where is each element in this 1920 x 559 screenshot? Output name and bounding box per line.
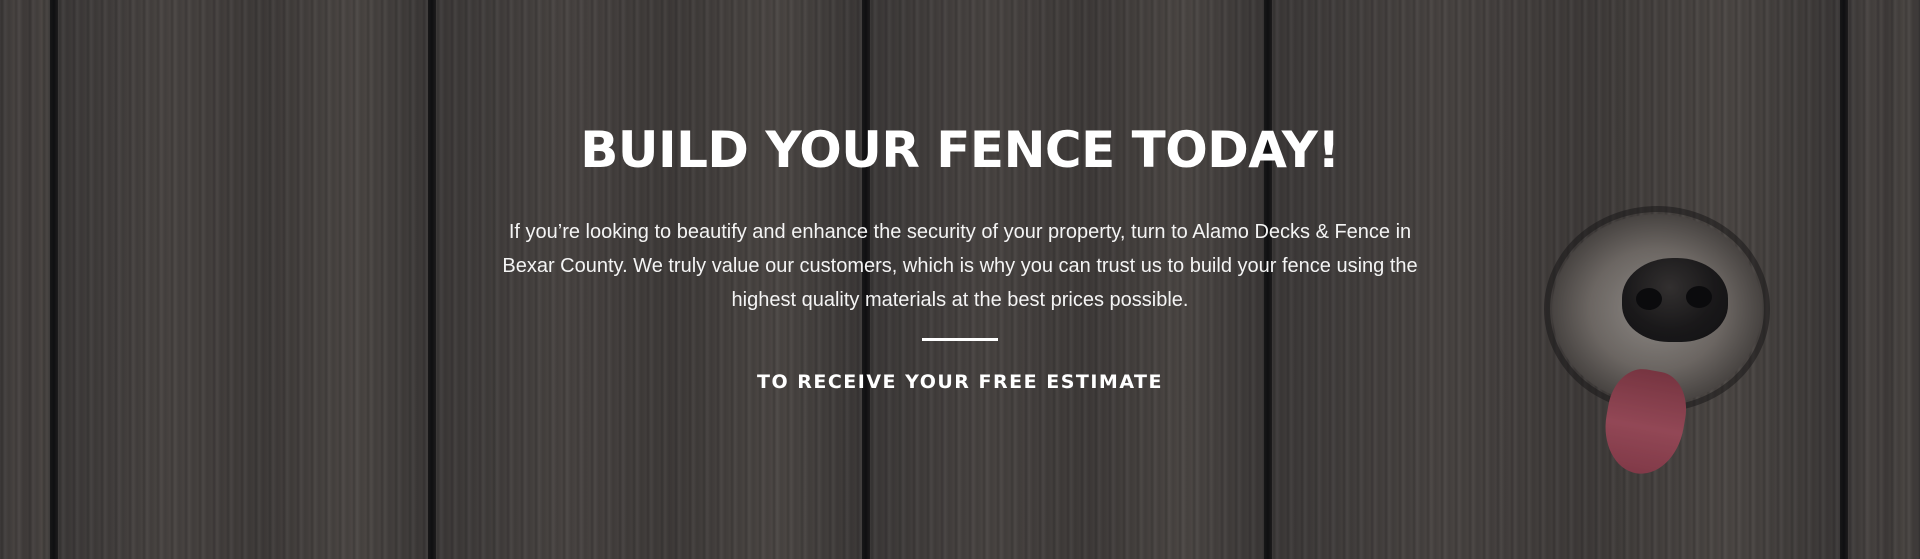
hero-title: BUILD YOUR FENCE TODAY! [580,121,1340,179]
hero-section: BUILD YOUR FENCE TODAY! If you’re lookin… [0,0,1920,559]
title-divider [922,338,998,341]
free-estimate-link[interactable]: TO RECEIVE YOUR FREE ESTIMATE [0,370,1920,394]
hero-content: BUILD YOUR FENCE TODAY! If you’re lookin… [0,0,1920,559]
hero-description: If you’re looking to beautify and enhanc… [502,221,1418,311]
